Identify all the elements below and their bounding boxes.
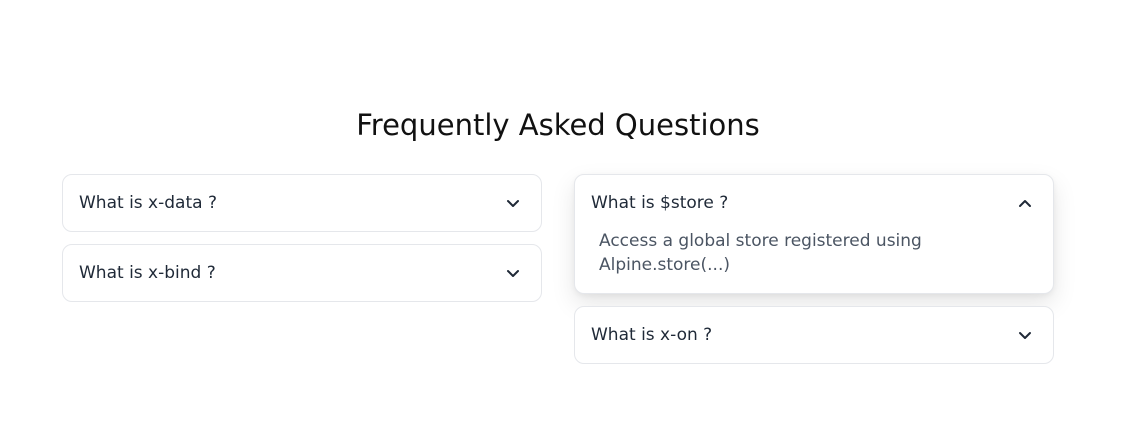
chevron-up-icon (1017, 195, 1033, 211)
faq-question: What is x-data ? (79, 193, 217, 213)
faq-item-store: What is $store ? Access a global store r… (574, 174, 1054, 294)
faq-question: What is $store ? (591, 193, 729, 213)
faq-question: What is x-on ? (591, 325, 713, 345)
chevron-down-icon (1017, 327, 1033, 343)
faq-toggle-x-data[interactable]: What is x-data ? (63, 175, 541, 231)
faq-item-x-on: What is x-on ? (574, 306, 1054, 364)
faq-item-x-data: What is x-data ? (62, 174, 542, 232)
page-title: Frequently Asked Questions (356, 108, 760, 142)
faq-toggle-store[interactable]: What is $store ? (575, 175, 1053, 231)
faq-toggle-x-bind[interactable]: What is x-bind ? (63, 245, 541, 301)
faq-column-left: What is x-data ? What is x-bind ? (62, 174, 542, 314)
faq-item-x-bind: What is x-bind ? (62, 244, 542, 302)
chevron-down-icon (505, 265, 521, 281)
faq-answer: Access a global store registered using A… (599, 231, 922, 275)
faq-toggle-x-on[interactable]: What is x-on ? (575, 307, 1053, 363)
faq-question: What is x-bind ? (79, 263, 216, 283)
faq-column-right: What is $store ? Access a global store r… (574, 174, 1054, 376)
chevron-down-icon (505, 195, 521, 211)
